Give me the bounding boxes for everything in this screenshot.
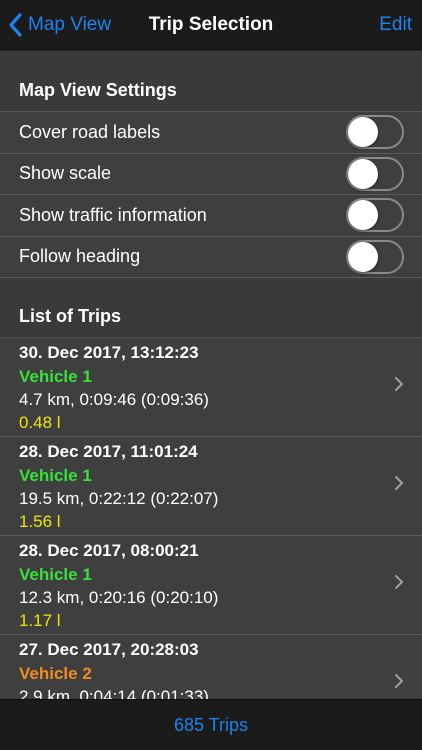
- trip-date: 28. Dec 2017, 11:01:24: [19, 442, 198, 461]
- setting-cover-road-labels: Cover road labels: [0, 112, 422, 154]
- toggle-knob: [348, 200, 378, 231]
- setting-label: Show scale: [19, 163, 112, 184]
- trip-date: 28. Dec 2017, 08:00:21: [19, 541, 199, 560]
- navigation-bar: Trip Selection Map View Edit: [0, 0, 422, 50]
- trip-vehicle: Vehicle 1: [19, 367, 92, 386]
- toggle-knob: [348, 241, 378, 272]
- setting-show-scale: Show scale: [0, 153, 422, 195]
- trip-row[interactable]: 28. Dec 2017, 08:00:21 Vehicle 1 12.3 km…: [0, 536, 422, 635]
- show-traffic-information-toggle[interactable]: [346, 198, 404, 233]
- trip-vehicle: Vehicle 2: [19, 664, 92, 683]
- trip-row[interactable]: 30. Dec 2017, 13:12:23 Vehicle 1 4.7 km,…: [0, 338, 422, 437]
- trip-stats: 2.9 km, 0:04:14 (0:01:33): [19, 687, 209, 699]
- chevron-left-icon: [9, 13, 22, 37]
- setting-label: Show traffic information: [19, 204, 207, 225]
- trip-selection-list[interactable]: Map View Settings Cover road labels Show…: [0, 51, 422, 699]
- setting-label: Cover road labels: [19, 121, 161, 142]
- trip-fuel: 1.17 l: [19, 611, 61, 630]
- trip-row[interactable]: 28. Dec 2017, 11:01:24 Vehicle 1 19.5 km…: [0, 437, 422, 536]
- trip-stats: 19.5 km, 0:22:12 (0:22:07): [19, 489, 219, 508]
- trip-row[interactable]: 27. Dec 2017, 20:28:03 Vehicle 2 2.9 km,…: [0, 635, 422, 699]
- trip-date: 30. Dec 2017, 13:12:23: [19, 343, 199, 362]
- chevron-right-icon: [395, 377, 403, 391]
- show-scale-toggle[interactable]: [346, 156, 404, 191]
- list-of-trips-header: List of Trips: [0, 278, 422, 338]
- cover-road-labels-toggle[interactable]: [346, 115, 404, 150]
- trip-date: 27. Dec 2017, 20:28:03: [19, 640, 199, 659]
- map-view-settings-header: Map View Settings: [0, 51, 422, 112]
- trip-fuel: 1.56 l: [19, 512, 61, 531]
- trip-stats: 4.7 km, 0:09:46 (0:09:36): [19, 390, 209, 409]
- trip-vehicle: Vehicle 1: [19, 466, 92, 485]
- back-button-label: Map View: [28, 14, 112, 35]
- bottom-toolbar: 685 Trips: [0, 699, 422, 750]
- setting-follow-heading: Follow heading: [0, 236, 422, 278]
- chevron-right-icon: [395, 575, 403, 589]
- chevron-right-icon: [395, 674, 403, 688]
- edit-button[interactable]: Edit: [379, 0, 412, 50]
- trip-fuel: 0.48 l: [19, 413, 61, 432]
- trip-count-button[interactable]: 685 Trips: [174, 715, 248, 736]
- follow-heading-toggle[interactable]: [346, 239, 404, 274]
- setting-show-traffic-information: Show traffic information: [0, 195, 422, 237]
- trip-stats: 12.3 km, 0:20:16 (0:20:10): [19, 588, 219, 607]
- setting-label: Follow heading: [19, 246, 141, 267]
- back-button[interactable]: Map View: [8, 0, 111, 50]
- chevron-right-icon: [395, 476, 403, 490]
- toggle-knob: [348, 158, 378, 189]
- toggle-knob: [348, 117, 378, 148]
- trip-vehicle: Vehicle 1: [19, 565, 92, 584]
